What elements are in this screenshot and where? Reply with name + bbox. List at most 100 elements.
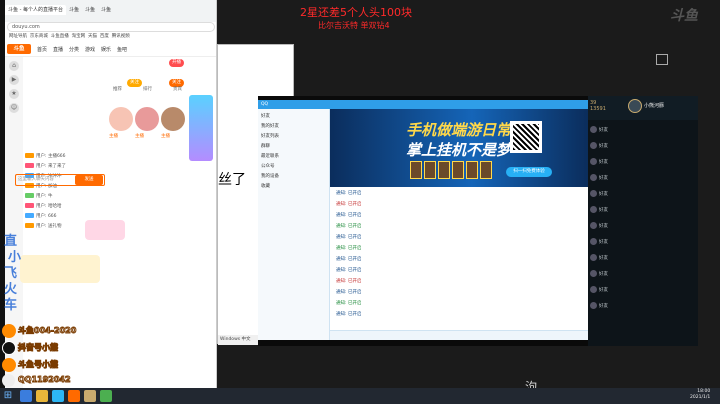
friend-row[interactable]: 好友 — [590, 222, 696, 231]
qq-list-item[interactable]: 收藏 — [261, 183, 270, 189]
taskbar-app-icon[interactable] — [20, 390, 32, 402]
chat-message: 通知: 已开启 — [336, 191, 362, 196]
windows-start-icon[interactable]: ⊞ — [2, 390, 14, 402]
bookmarks-bar: 网址导航 京东商城 斗鱼直播 淘宝网 天猫 百度 腾讯视频 — [5, 33, 216, 41]
game-client-panel: 39 13591 小熊河豚 好友 好友 好友 好友 好友 好友 好友 好友 好友 … — [588, 96, 698, 346]
nav-link[interactable]: 直播 — [53, 46, 63, 53]
qq-input-bar[interactable] — [330, 330, 588, 340]
send-button[interactable]: 发送 — [75, 175, 103, 185]
bookmark[interactable]: 网址导航 — [9, 34, 27, 39]
live-badge-icon — [656, 54, 668, 65]
qq-list-item[interactable]: 公众号 — [261, 163, 275, 169]
bookmark[interactable]: 京东商城 — [30, 34, 48, 39]
bookmark[interactable]: 斗鱼直播 — [51, 34, 69, 39]
hero-portrait — [466, 161, 478, 179]
document-text[interactable]: 丝了 — [218, 169, 246, 189]
site-logo[interactable]: 斗鱼 — [7, 44, 31, 54]
nav-link[interactable]: 鱼吧 — [117, 46, 127, 53]
friend-row[interactable]: 好友 — [590, 142, 696, 151]
star-icon[interactable]: ★ — [9, 89, 19, 99]
sub-tab[interactable]: 排行 — [143, 86, 152, 92]
chat-line: 用户: 牛 — [25, 193, 113, 199]
overlay-char: 车 — [4, 298, 18, 313]
hero-portrait — [480, 161, 492, 179]
browser-tab[interactable]: 斗鱼 — [98, 5, 114, 15]
friend-row[interactable]: 好友 — [590, 126, 696, 135]
taskbar-clock[interactable]: 18:00 2021/1/1 — [690, 389, 710, 401]
profile-avatar[interactable] — [628, 99, 642, 113]
banner-scan-button[interactable]: 扫一扫免费体验 — [506, 167, 552, 177]
bookmark[interactable]: 腾讯视频 — [112, 34, 130, 39]
live-icon[interactable]: ▶ — [9, 75, 19, 85]
browser-tab[interactable]: 斗鱼 — [66, 5, 82, 15]
chat-message: 通知: 已开启 — [336, 279, 362, 284]
anchor-avatar[interactable] — [135, 107, 159, 131]
follow-pill[interactable]: 关注 — [127, 79, 142, 87]
banner-headline: 手机做端游日常 — [406, 121, 512, 139]
friend-row[interactable]: 好友 — [590, 302, 696, 311]
taskbar-app-icon[interactable] — [100, 390, 112, 402]
qq-penguin-icon — [2, 374, 15, 387]
game-profile-bar: 39 13591 小熊河豚 — [588, 96, 698, 120]
taskbar-app-icon[interactable] — [68, 390, 80, 402]
friend-row[interactable]: 好友 — [590, 270, 696, 279]
chat-message: 通知: 已开启 — [336, 213, 362, 218]
sticker-decoration — [85, 220, 125, 240]
bookmark[interactable]: 百度 — [100, 34, 109, 39]
hero-portrait — [452, 161, 464, 179]
friend-row[interactable]: 好友 — [590, 254, 696, 263]
qq-titlebar[interactable]: QQ — [258, 100, 588, 109]
nav-link[interactable]: 分类 — [69, 46, 79, 53]
overlay-blue-text: 直 小 飞 火 车 — [0, 230, 60, 313]
qq-list-item[interactable]: 我的好友 — [261, 123, 279, 129]
overlay-server-text: 比尔吉沃特 单双钻4 — [318, 21, 390, 30]
friend-row[interactable]: 好友 — [590, 238, 696, 247]
qq-window: QQ 好友 我的好友 好友列表 群聊 最近联系 公众号 我的设备 收藏 手机做端… — [258, 100, 588, 340]
nav-link[interactable]: 游戏 — [85, 46, 95, 53]
social-handle: 斗鱼号小熊 — [2, 358, 92, 372]
taskbar-app-icon[interactable] — [52, 390, 64, 402]
promo-banner[interactable] — [189, 95, 213, 161]
chat-line: 用户: 哈哈哈 — [25, 203, 113, 209]
friend-row[interactable]: 好友 — [590, 206, 696, 215]
anchor-avatar[interactable] — [109, 107, 133, 131]
user-icon[interactable]: ☺ — [9, 103, 19, 113]
chat-message: 通知: 已开启 — [336, 246, 362, 251]
qq-list-item[interactable]: 好友 — [261, 113, 270, 119]
hero-portrait — [410, 161, 422, 179]
browser-tab[interactable]: 斗鱼 — [82, 5, 98, 15]
qq-list-item[interactable]: 我的设备 — [261, 173, 279, 179]
hero-portrait — [438, 161, 450, 179]
bookmark[interactable]: 淘宝网 — [72, 34, 86, 39]
bookmark[interactable]: 天猫 — [88, 34, 97, 39]
qq-ad-banner[interactable]: 手机做端游日常 掌上挂机不是梦 扫一扫免费体验 — [330, 109, 588, 187]
douyu-icon — [2, 358, 16, 372]
nav-link[interactable]: 娱乐 — [101, 46, 111, 53]
chat-message: 通知: 已开启 — [336, 290, 362, 295]
banner-subline: 掌上挂机不是梦 — [406, 141, 512, 159]
qq-contact-list: 好友 我的好友 好友列表 群聊 最近联系 公众号 我的设备 收藏 — [258, 109, 330, 340]
friend-row[interactable]: 好友 — [590, 174, 696, 183]
qq-list-item[interactable]: 好友列表 — [261, 133, 279, 139]
start-live-pill[interactable]: 开播 — [169, 59, 184, 67]
qq-list-item[interactable]: 群聊 — [261, 143, 270, 149]
chat-message: 通知: 已开启 — [336, 301, 362, 306]
sub-tab[interactable]: 推荐 — [113, 86, 122, 92]
chat-line: 用户: 主播666 — [25, 153, 113, 159]
taskbar-app-icon[interactable] — [36, 390, 48, 402]
sub-tab[interactable]: 贵宾 — [173, 86, 182, 92]
chat-line: 用户: 来了来了 — [25, 163, 113, 169]
home-icon[interactable]: ⌂ — [9, 61, 19, 71]
friend-row[interactable]: 好友 — [590, 286, 696, 295]
currency-readout: 39 13591 — [590, 100, 606, 112]
anchor-avatar[interactable] — [161, 107, 185, 131]
browser-tab[interactable]: 斗鱼 - 每个人的直播平台 — [5, 5, 66, 15]
platform-watermark: 斗鱼 — [670, 8, 698, 24]
qq-chat-log: 通知: 已开启 通知: 已开启 通知: 已开启 通知: 已开启 通知: 已开启 … — [330, 187, 588, 330]
address-bar[interactable]: douyu.com — [7, 22, 215, 32]
qq-list-item[interactable]: 最近联系 — [261, 153, 279, 159]
taskbar-app-icon[interactable] — [84, 390, 96, 402]
friend-row[interactable]: 好友 — [590, 158, 696, 167]
friend-row[interactable]: 好友 — [590, 190, 696, 199]
nav-link[interactable]: 首页 — [37, 46, 47, 53]
